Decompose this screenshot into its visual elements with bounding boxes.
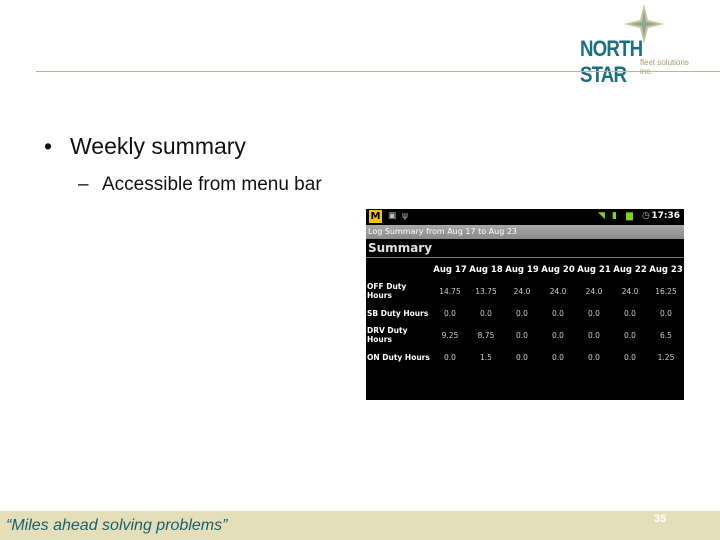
status-time: 17:36 bbox=[651, 211, 680, 221]
column-header: Aug 23 bbox=[649, 265, 683, 275]
row-label: ON Duty Hours bbox=[367, 352, 430, 362]
cell: 1.5 bbox=[480, 352, 492, 362]
cell: 0.0 bbox=[480, 308, 492, 318]
cell: 24.0 bbox=[585, 286, 603, 296]
column-header: Aug 20 bbox=[541, 265, 575, 275]
cell: 0.0 bbox=[624, 308, 636, 318]
cell: 0.0 bbox=[516, 308, 528, 318]
cell: 8.75 bbox=[477, 330, 495, 340]
android-debug-icon: ▣ bbox=[388, 211, 397, 221]
column-header: Aug 17 bbox=[433, 265, 467, 275]
row-label: DRV Duty Hours bbox=[367, 326, 408, 344]
cell: 0.0 bbox=[588, 330, 600, 340]
cell: 0.0 bbox=[444, 352, 456, 362]
bullet-level1: • Weekly summary bbox=[44, 133, 246, 160]
row-label: OFF Duty Hours bbox=[367, 282, 407, 300]
cell: 0.0 bbox=[552, 308, 564, 318]
summary-table: Aug 17 Aug 18 Aug 19 Aug 20 Aug 21 Aug 2… bbox=[366, 262, 684, 366]
cell: 24.0 bbox=[513, 286, 531, 296]
row-label: SB Duty Hours bbox=[367, 308, 429, 318]
footer-bar: “Miles ahead solving problems” 35 bbox=[0, 511, 720, 540]
usb-icon: ψ bbox=[402, 211, 408, 221]
logo-subtitle: fleet solutions inc. bbox=[640, 58, 689, 76]
page-number: 35 bbox=[654, 513, 667, 525]
cell: 0.0 bbox=[588, 308, 600, 318]
table-header-row: Aug 17 Aug 18 Aug 19 Aug 20 Aug 21 Aug 2… bbox=[366, 262, 684, 278]
header-divider bbox=[36, 71, 720, 72]
cell: 1.25 bbox=[657, 352, 675, 362]
bullet-marker: – bbox=[78, 174, 89, 195]
bullet-text: Accessible from menu bar bbox=[102, 174, 322, 195]
cell: 0.0 bbox=[660, 308, 672, 318]
cell: 24.0 bbox=[549, 286, 567, 296]
status-bar: M ▣ ψ ◥ ▮ ▆ ◷ 17:36 bbox=[366, 209, 684, 225]
cell: 0.0 bbox=[624, 352, 636, 362]
signal-icon: ▮ bbox=[612, 211, 617, 221]
table-row: ON Duty Hours 0.0 1.5 0.0 0.0 0.0 0.0 1.… bbox=[366, 348, 684, 366]
bullet-text: Weekly summary bbox=[70, 133, 246, 159]
cell: 16.25 bbox=[655, 286, 677, 296]
table-row: DRV Duty Hours 9.25 8.75 0.0 0.0 0.0 0.0… bbox=[366, 322, 684, 348]
phone-screenshot: M ▣ ψ ◥ ▮ ▆ ◷ 17:36 Log Summary from Aug… bbox=[366, 209, 684, 400]
northstar-logo: NORTH STAR fleet solutions inc. bbox=[578, 4, 698, 87]
cell: 24.0 bbox=[621, 286, 639, 296]
window-title: Log Summary from Aug 17 to Aug 23 bbox=[366, 225, 684, 239]
alarm-icon: ◷ bbox=[642, 211, 650, 221]
column-header: Aug 21 bbox=[577, 265, 611, 275]
cell: 0.0 bbox=[516, 330, 528, 340]
battery-icon: ▆ bbox=[626, 211, 633, 221]
bullet-level2: – Accessible from menu bar bbox=[78, 172, 338, 198]
wifi-icon: ◥ bbox=[598, 211, 605, 221]
summary-heading: Summary bbox=[366, 239, 684, 258]
cell: 9.25 bbox=[441, 330, 459, 340]
column-header: Aug 22 bbox=[613, 265, 647, 275]
cell: 0.0 bbox=[444, 308, 456, 318]
table-row: OFF Duty Hours 14.75 13.75 24.0 24.0 24.… bbox=[366, 278, 684, 304]
cell: 14.75 bbox=[439, 286, 461, 296]
cell: 0.0 bbox=[516, 352, 528, 362]
cell: 0.0 bbox=[588, 352, 600, 362]
app-notification-icon: M bbox=[369, 210, 382, 223]
cell: 6.5 bbox=[660, 330, 672, 340]
footer-tagline: “Miles ahead solving problems” bbox=[6, 517, 228, 534]
corner-cell bbox=[366, 262, 432, 278]
cell: 0.0 bbox=[624, 330, 636, 340]
cell: 13.75 bbox=[475, 286, 497, 296]
table-row: SB Duty Hours 0.0 0.0 0.0 0.0 0.0 0.0 0.… bbox=[366, 304, 684, 322]
column-header: Aug 19 bbox=[505, 265, 539, 275]
column-header: Aug 18 bbox=[469, 265, 503, 275]
cell: 0.0 bbox=[552, 330, 564, 340]
cell: 0.0 bbox=[552, 352, 564, 362]
bullet-marker: • bbox=[44, 133, 53, 159]
